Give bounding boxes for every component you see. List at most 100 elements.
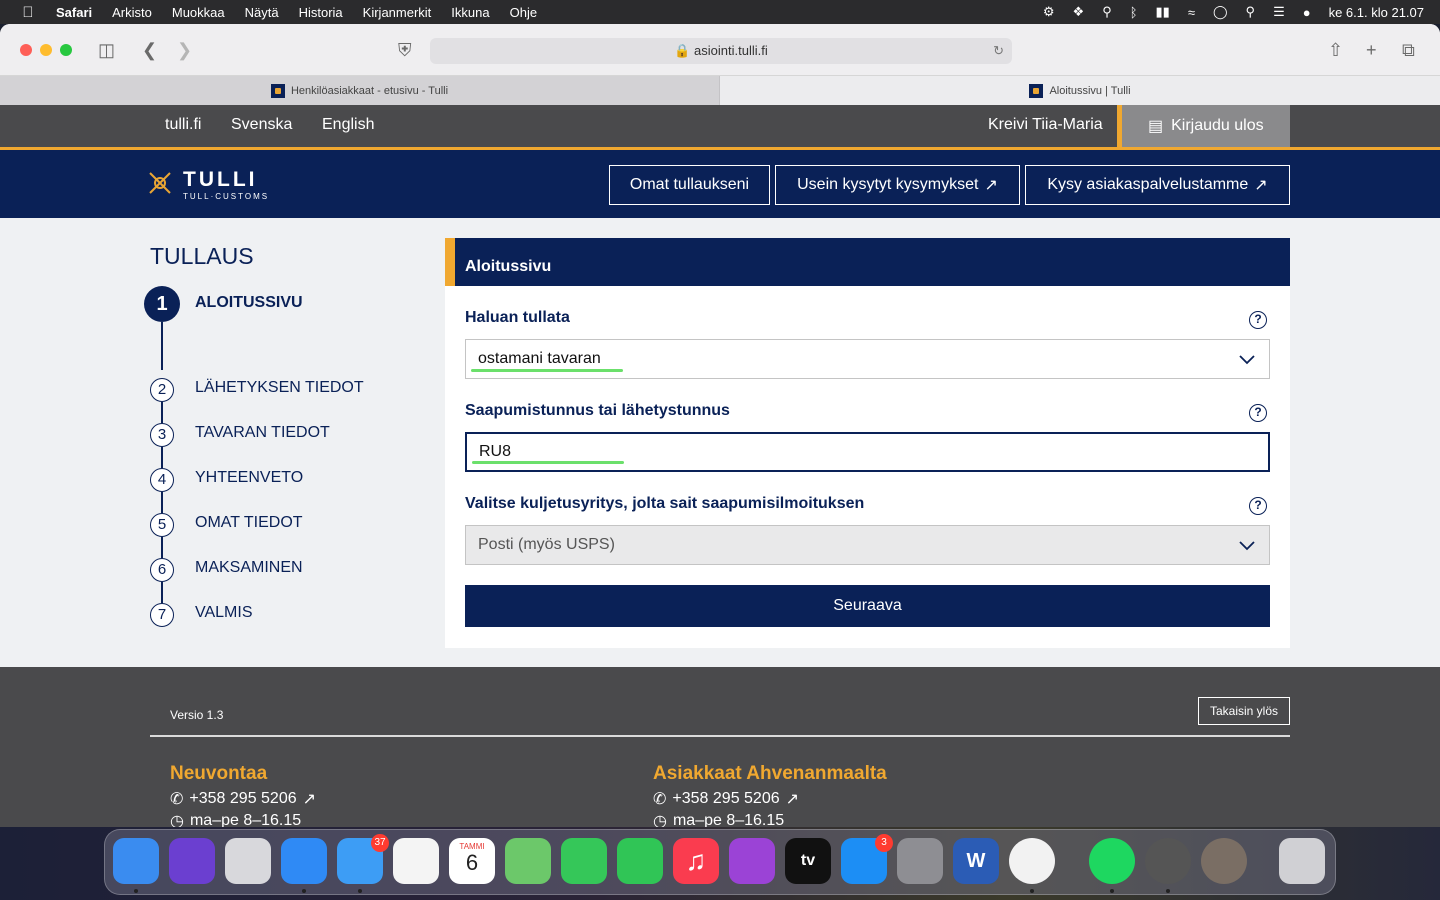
menu-item-muokkaa[interactable]: Muokkaa xyxy=(172,5,225,20)
dock-activity-app[interactable] xyxy=(1145,838,1191,884)
menu-item-kirjanmerkit[interactable]: Kirjanmerkit xyxy=(363,5,432,20)
dock-facetime[interactable] xyxy=(617,838,663,884)
close-window-button[interactable] xyxy=(20,44,32,56)
logo-subtitle: TULL·CUSTOMS xyxy=(183,192,270,201)
faq-button[interactable]: Usein kysytyt kysymykset ↗ xyxy=(775,165,1020,205)
dock-spotify[interactable] xyxy=(1089,838,1135,884)
dock-system-preferences[interactable] xyxy=(897,838,943,884)
next-button[interactable]: Seuraava xyxy=(465,585,1270,627)
dock-siri[interactable] xyxy=(169,838,215,884)
user-icon[interactable]: ◯ xyxy=(1213,4,1228,20)
running-indicator xyxy=(1166,889,1170,893)
external-link-icon: ↗ xyxy=(1254,177,1268,194)
customer-service-button[interactable]: Kysy asiakaspalvelustamme ↗ xyxy=(1025,165,1290,205)
dock-trash[interactable] xyxy=(1279,838,1325,884)
main-content: TULLAUS 1 ALOITUSSIVU 2 LÄHETYKSEN TIEDO… xyxy=(0,218,1440,827)
tulli-logo[interactable]: TULLI TULL·CUSTOMS xyxy=(147,168,270,201)
step-2-number: 2 xyxy=(150,378,174,402)
menu-item-historia[interactable]: Historia xyxy=(299,5,343,20)
spotlight-search-icon[interactable]: ⚲ xyxy=(1246,4,1256,20)
dock-music[interactable]: ♫ xyxy=(673,838,719,884)
battery-icon[interactable]: ▮▮ xyxy=(1156,4,1170,20)
step-3-number: 3 xyxy=(150,423,174,447)
back-arrow-icon[interactable]: ❮ xyxy=(142,40,157,61)
footer-heading-ahvenanmaa: Asiakkaat Ahvenanmaalta xyxy=(653,763,887,784)
antenna-icon[interactable]: ⚲ xyxy=(1102,4,1112,20)
menu-app-name[interactable]: Safari xyxy=(56,5,92,20)
menubar-clock[interactable]: ke 6.1. klo 21.07 xyxy=(1329,5,1424,20)
tab-henkiloasiakkaat[interactable]: Henkilöasiakkaat - etusivu - Tulli xyxy=(0,76,720,105)
step-connector xyxy=(161,537,163,558)
dock-app-store[interactable]: 3 xyxy=(841,834,893,884)
minimize-window-button[interactable] xyxy=(40,44,52,56)
menu-item-nayta[interactable]: Näytä xyxy=(245,5,279,20)
help-question-icon[interactable]: ? xyxy=(1249,311,1267,329)
dock-word[interactable]: W xyxy=(953,838,999,884)
new-tab-plus-icon[interactable]: + xyxy=(1366,40,1377,61)
back-to-top-button[interactable]: Takaisin ylös xyxy=(1198,697,1290,725)
status-menu-icon[interactable]: ⚙ xyxy=(1043,4,1055,20)
mail-badge: 37 xyxy=(371,834,389,852)
dock-photos[interactable] xyxy=(393,838,439,884)
dock-launchpad[interactable] xyxy=(225,838,271,884)
tab-aloitussivu[interactable]: Aloitussivu | Tulli xyxy=(720,76,1440,105)
dock-safari[interactable] xyxy=(281,838,327,884)
privacy-shield-icon[interactable]: ⛨ xyxy=(398,40,412,61)
zoom-window-button[interactable] xyxy=(60,44,72,56)
link-tulli-fi[interactable]: tulli.fi xyxy=(165,116,201,134)
share-icon[interactable]: ⇧ xyxy=(1328,40,1343,61)
arrival-id-input[interactable]: RU8 xyxy=(465,432,1270,472)
step-1-number: 1 xyxy=(144,286,180,322)
clock-icon: ◷ xyxy=(653,813,667,827)
dock-preview[interactable] xyxy=(1201,838,1247,884)
dock-finder[interactable] xyxy=(113,838,159,884)
dock-messages[interactable] xyxy=(561,838,607,884)
dropbox-icon[interactable]: ❖ xyxy=(1073,4,1085,20)
logout-button[interactable]: ▤ Kirjaudu ulos xyxy=(1117,105,1290,147)
help-question-icon[interactable]: ? xyxy=(1249,497,1267,515)
field-label-haluan-tullata: Haluan tullata xyxy=(465,309,570,326)
dock-mail[interactable]: 37 xyxy=(337,834,389,884)
phone-icon: ✆ xyxy=(170,791,184,808)
link-svenska[interactable]: Svenska xyxy=(231,116,292,134)
user-name[interactable]: Kreivi Tiia-Maria xyxy=(988,116,1103,134)
declaration-type-select[interactable]: ostamani tavaran xyxy=(465,339,1270,379)
wifi-icon[interactable]: ≈ xyxy=(1188,5,1195,20)
menu-item-ikkuna[interactable]: Ikkuna xyxy=(451,5,489,20)
footer-phone-link[interactable]: ✆ +358 295 5206 ↗ xyxy=(170,789,316,809)
menu-item-ohje[interactable]: Ohje xyxy=(510,5,537,20)
carrier-select[interactable]: Posti (myös USPS) xyxy=(465,525,1270,565)
step-connector xyxy=(161,322,163,370)
siri-icon[interactable]: ● xyxy=(1303,5,1311,20)
bluetooth-icon[interactable]: ᛒ xyxy=(1130,5,1138,20)
running-indicator xyxy=(1030,889,1034,893)
link-english[interactable]: English xyxy=(322,116,374,134)
dock-maps[interactable] xyxy=(505,838,551,884)
apple-icon[interactable]:  xyxy=(0,4,56,21)
select-value: ostamani tavaran xyxy=(478,350,601,367)
dock-calendar[interactable]: TAMMI 6 xyxy=(449,838,495,884)
control-center-icon[interactable]: ☰ xyxy=(1273,4,1285,20)
dock-chrome[interactable] xyxy=(1009,838,1055,884)
sidebar-toggle-icon[interactable]: ◫ xyxy=(98,40,115,61)
button-label: Usein kysytyt kysymykset xyxy=(797,176,979,193)
reload-icon[interactable]: ↻ xyxy=(993,38,1004,64)
forward-arrow-icon[interactable]: ❯ xyxy=(177,40,192,61)
footer-phone-link[interactable]: ✆ +358 295 5206 ↗ xyxy=(653,789,799,809)
step-4-label: YHTEENVETO xyxy=(195,469,304,486)
step-7-number: 7 xyxy=(150,603,174,627)
input-value: RU8 xyxy=(479,443,512,460)
dock-apple-tv[interactable]: tv xyxy=(785,838,831,884)
field-label-kuljetusyritys: Valitse kuljetusyritys, jolta sait saapu… xyxy=(465,495,865,512)
my-declarations-button[interactable]: Omat tullaukseni xyxy=(609,165,770,205)
menu-item-arkisto[interactable]: Arkisto xyxy=(112,5,152,20)
address-bar[interactable]: 🔒 asiointi.tulli.fi ↻ xyxy=(430,38,1012,64)
dock-podcasts[interactable] xyxy=(729,838,775,884)
highlight-mark xyxy=(472,461,624,464)
logo-title: TULLI xyxy=(183,168,258,191)
step-connector xyxy=(161,402,163,423)
calendar-day: 6 xyxy=(465,850,479,875)
help-question-icon[interactable]: ? xyxy=(1249,404,1267,422)
external-link-icon: ↗ xyxy=(984,177,998,194)
tab-overview-icon[interactable]: ⧉ xyxy=(1402,40,1415,61)
